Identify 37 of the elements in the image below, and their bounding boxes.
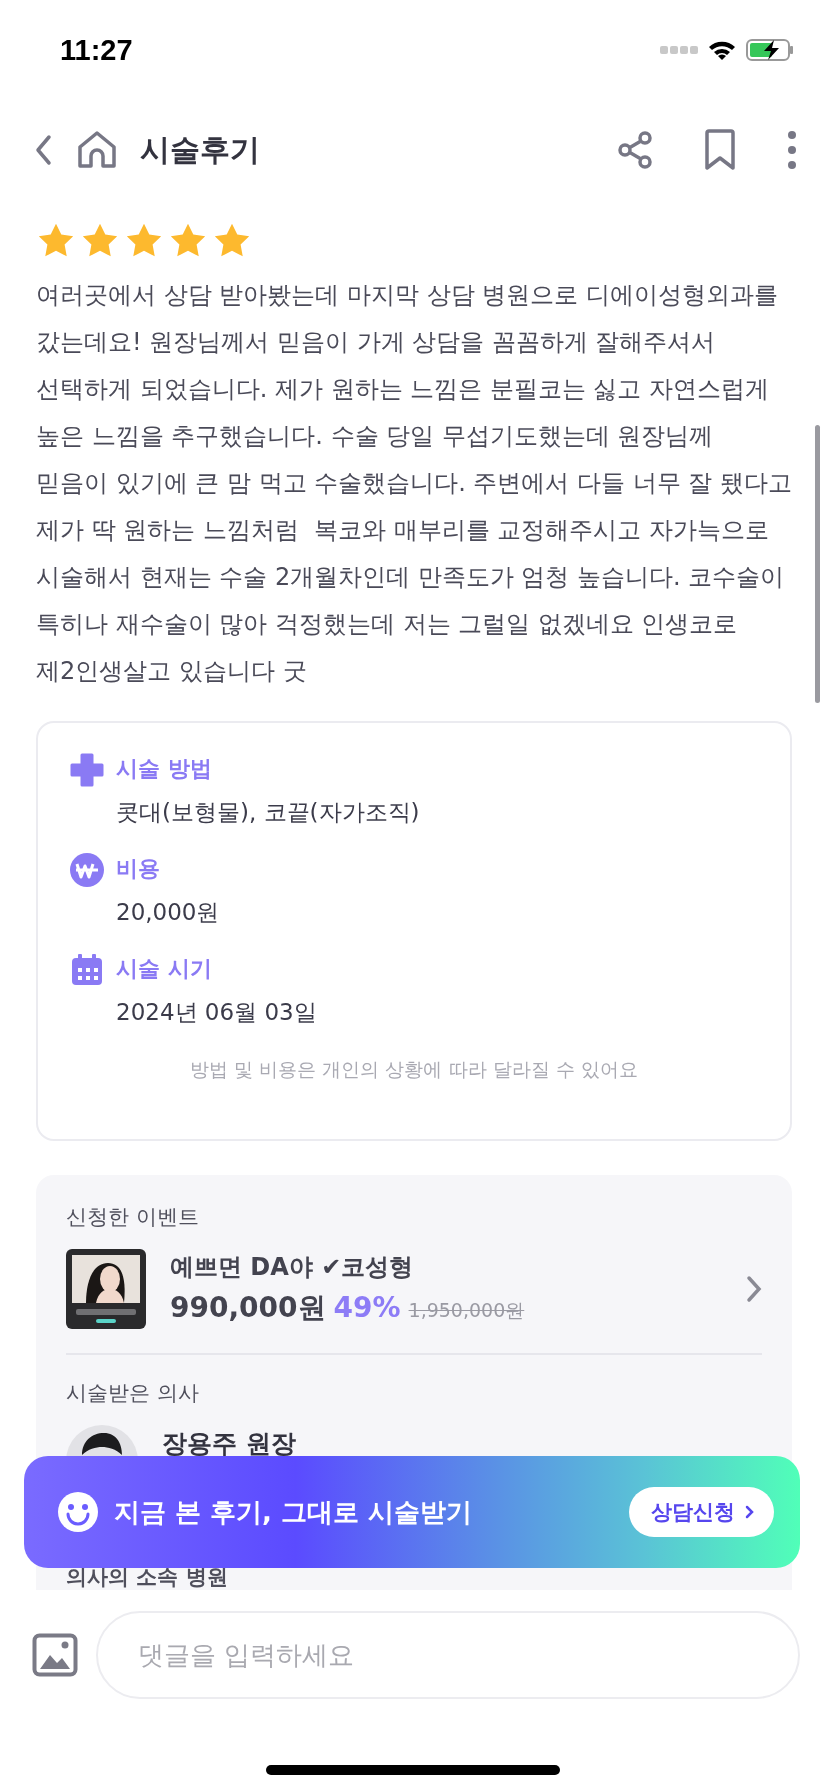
consult-button[interactable]: 상담신청 [629,1487,774,1537]
info-note: 방법 및 비용은 개인의 상황에 따라 달라질 수 있어요 [190,1057,638,1082]
chevron-right-icon [745,1505,754,1519]
info-value: 2024년 06월 03일 [116,998,317,1027]
review-text: 여러곳에서 상담 받아봤는데 마지막 상담 병원으로 디에이성형외과를 갔는데요! 원장님께서 믿음이 가게 상담을 꼼꼼하게 잘해주셔서 선택하게 되었습니다. 제가 원하는 느낌은 분필코는 싫고 자연스럽게 높은 느낌을 추구했습니다. 수술 당일 무섭기도했는데 원장님께 믿음이 있기에 큰 맘 먹고 수술했습니다. 주변에서 다들 너무 잘 됐다고 제가 딱 원하는 느낌처럼 복코와 매부리를 교정해주시고 자가늑으로 시술해서 현재는 수술 2개월차인데 만족도가 엄청 높습니다. 코수술이 특히나 재수술이 많아 걱정했는데 저는 그럴일 없겠네요 인생코로 제2인생살고 있습니다 굿 [36,280,792,687]
section-heading: 신청한 이벤트 [66,1204,200,1231]
won-icon [70,853,104,887]
section-heading: 의사의 소속 병원 [66,1564,229,1590]
info-label: 비용 [116,855,161,883]
home-button[interactable] [76,129,118,171]
status-time: 11:27 [60,33,133,67]
signal-icon [660,45,698,55]
info-value: 20,000원 [116,898,220,927]
info-label: 시술 방법 [116,755,213,783]
battery-icon [746,38,794,62]
event-title: 예쁘면 DA야 ✔코성형 [170,1252,415,1283]
calendar-icon [70,953,104,987]
back-button[interactable] [34,133,54,167]
more-button[interactable] [786,130,798,170]
event-price: 990,000원 [170,1290,326,1326]
bookmark-button[interactable] [704,129,736,171]
plus-icon [70,753,104,787]
original-price: 1,950,000원 [408,1298,525,1323]
banner-text: 지금 본 후기, 그대로 시술받기 [114,1495,474,1529]
info-value: 콧대(보형물), 코끝(자가조직) [116,798,420,827]
image-button[interactable] [32,1633,78,1677]
comment-field[interactable]: 댓글을 입력하세요 [96,1611,800,1699]
chevron-right-icon [746,1275,762,1303]
section-heading: 시술받은 의사 [66,1380,200,1407]
smiley-icon [58,1492,98,1532]
page-title: 시술후기 [140,130,261,169]
wifi-icon [708,39,736,61]
discount-rate: 49% [333,1291,401,1324]
share-button[interactable] [616,130,654,170]
event-item[interactable]: 예쁘면 DA야 ✔코성형 990,000원 49% 1,950,000원 [66,1249,762,1329]
info-label: 시술 시기 [116,955,213,983]
doctor-name: 장용주 원장 [162,1428,296,1460]
